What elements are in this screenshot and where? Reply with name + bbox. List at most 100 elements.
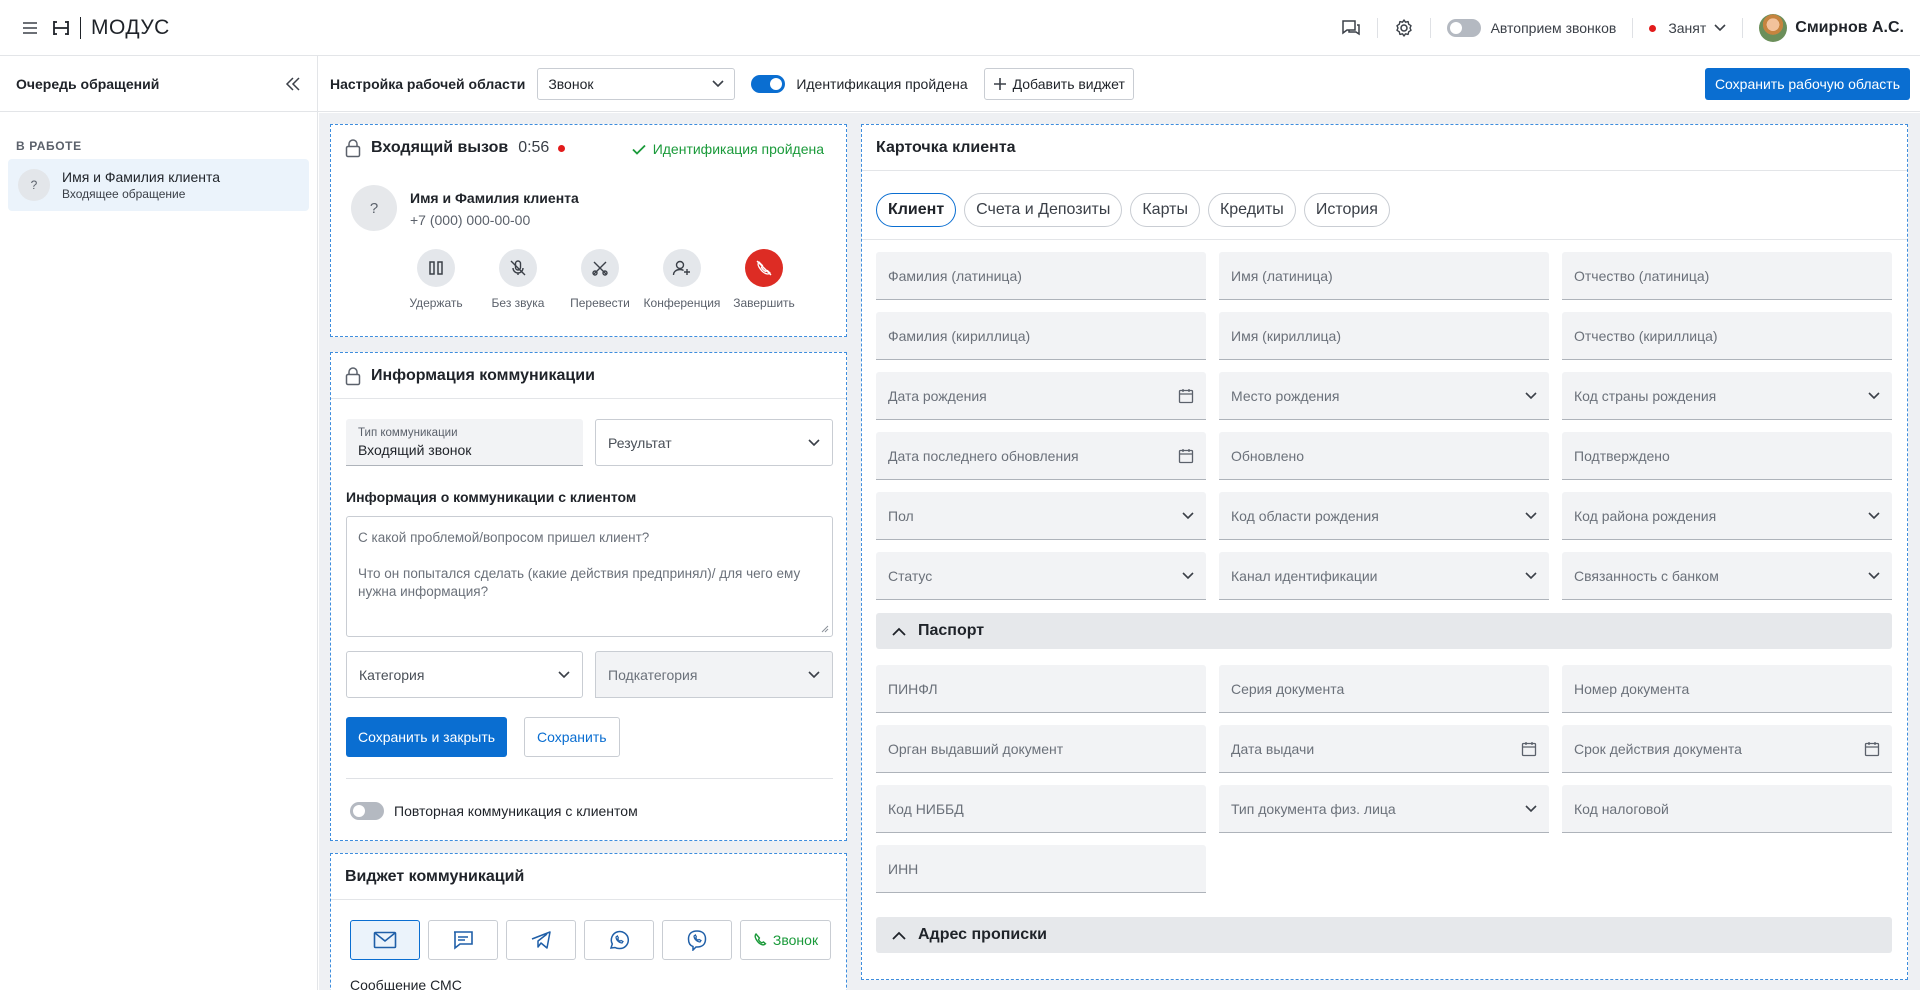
avatar: ?: [18, 169, 50, 201]
chevron-down-icon: [1714, 24, 1726, 32]
telegram-icon: [531, 931, 551, 949]
address-section-header[interactable]: Адрес прописки: [876, 917, 1892, 953]
save-close-button[interactable]: Сохранить и закрыть: [346, 717, 508, 757]
gender-select[interactable]: Пол: [876, 492, 1206, 540]
birth-country-code-select[interactable]: Код страны рождения: [1562, 372, 1892, 420]
transfer-button[interactable]: Перевести: [559, 249, 641, 310]
workspace-mode-select[interactable]: Звонок: [537, 67, 736, 100]
communication-type-field[interactable]: Тип коммуникации Входящий звонок: [346, 419, 583, 466]
divider: [1632, 18, 1634, 38]
queue-item-subtitle: Входящее обращение: [62, 187, 186, 201]
pause-icon: [429, 261, 443, 275]
caller-name: Имя и Фамилия клиента: [410, 190, 579, 206]
add-widget-button[interactable]: Добавить виджет: [983, 67, 1134, 100]
field-label: ИНН: [888, 860, 919, 877]
save-workspace-label: Сохранить рабочую область: [1714, 75, 1900, 92]
tab-credits[interactable]: Кредиты: [1207, 193, 1296, 227]
confirmed-field[interactable]: Подтверждено: [1562, 432, 1892, 480]
hold-button[interactable]: Удержать: [395, 249, 477, 310]
result-select[interactable]: Результат: [595, 419, 833, 466]
calendar-icon[interactable]: [1864, 741, 1880, 757]
birth-district-code-select[interactable]: Код района рождения: [1562, 492, 1892, 540]
channel-call-button[interactable]: Звонок: [740, 920, 831, 960]
repeat-communication-toggle[interactable]: [350, 802, 384, 820]
middlename-cyrillic-field[interactable]: Отчество (кириллица): [1562, 312, 1892, 360]
firstname-cyrillic-field[interactable]: Имя (кириллица): [1219, 312, 1549, 360]
chevron-up-icon: [892, 627, 906, 636]
section-label: В РАБОТЕ: [16, 139, 82, 153]
communication-info-textarea[interactable]: С какой проблемой/вопросом пришел клиент…: [346, 516, 833, 637]
tab-client[interactable]: Клиент: [876, 193, 957, 227]
field-label: Код области рождения: [1231, 507, 1379, 524]
channel-viber-button[interactable]: [662, 920, 732, 960]
communications-widget: Виджет коммуникаций Звонок Сообщение СМС: [330, 853, 847, 990]
plus-icon: [993, 77, 1006, 90]
lastname-cyrillic-field[interactable]: Фамилия (кириллица): [876, 312, 1206, 360]
firstname-latin-field[interactable]: Имя (латиница): [1219, 252, 1549, 300]
call-actions: Удержать Без звука Перевести Конференция…: [395, 249, 805, 310]
logo-divider: [80, 16, 81, 39]
tab-history[interactable]: История: [1303, 193, 1390, 227]
hangup-button[interactable]: Завершить: [723, 249, 805, 310]
textarea-hint-1: С какой проблемой/вопросом пришел клиент…: [358, 530, 650, 545]
document-number-field[interactable]: Номер документа: [1562, 665, 1892, 713]
birth-date-field[interactable]: Дата рождения: [876, 372, 1206, 420]
document-type-select[interactable]: Тип документа физ. лица: [1219, 785, 1549, 833]
chevron-down-icon: [1868, 511, 1880, 519]
pinfl-field[interactable]: ПИНФЛ: [876, 665, 1206, 713]
identification-channel-select[interactable]: Канал идентификации: [1219, 552, 1549, 600]
status-dropdown[interactable]: Занят: [1649, 20, 1726, 36]
lastname-latin-field[interactable]: Фамилия (латиница): [876, 252, 1206, 300]
chat-icon[interactable]: [1341, 19, 1361, 37]
calendar-icon[interactable]: [1178, 388, 1194, 404]
save-button[interactable]: Сохранить: [524, 717, 620, 757]
status-select[interactable]: Статус: [876, 552, 1206, 600]
last-update-date-field[interactable]: Дата последнего обновления: [876, 432, 1206, 480]
channel-whatsapp-button[interactable]: [584, 920, 654, 960]
status-dot-icon: [1649, 24, 1657, 32]
queue-item[interactable]: ? Имя и Фамилия клиента Входящее обращен…: [8, 159, 309, 211]
middlename-latin-field[interactable]: Отчество (латиница): [1562, 252, 1892, 300]
tax-code-field[interactable]: Код налоговой: [1562, 785, 1892, 833]
calendar-icon[interactable]: [1521, 741, 1537, 757]
nibbd-code-field[interactable]: Код НИББД: [876, 785, 1206, 833]
conference-button[interactable]: Конференция: [641, 249, 723, 310]
field-label: Фамилия (латиница): [888, 267, 1022, 284]
channel-email-button[interactable]: [350, 920, 420, 960]
issue-date-field[interactable]: Дата выдачи: [1219, 725, 1549, 773]
identification-toggle[interactable]: [751, 74, 786, 93]
channel-telegram-button[interactable]: [506, 920, 576, 960]
mute-button[interactable]: Без звука: [477, 249, 559, 310]
bank-relation-select[interactable]: Связанность с банком: [1562, 552, 1892, 600]
birth-region-code-select[interactable]: Код области рождения: [1219, 492, 1549, 540]
tab-accounts[interactable]: Счета и Депозиты: [964, 193, 1123, 227]
field-label: Срок действия документа: [1574, 740, 1742, 757]
collapse-icon[interactable]: [285, 76, 301, 91]
field-label: Номер документа: [1574, 680, 1690, 697]
updated-field[interactable]: Обновлено: [1219, 432, 1549, 480]
save-workspace-button[interactable]: Сохранить рабочую область: [1704, 67, 1910, 100]
client-card-widget: Карточка клиента Клиент Счета и Депозиты…: [861, 124, 1908, 980]
field-label: Связанность с банком: [1574, 567, 1719, 584]
category-select[interactable]: Категория: [346, 651, 583, 698]
calendar-icon[interactable]: [1178, 448, 1194, 464]
tab-cards[interactable]: Карты: [1130, 193, 1200, 227]
subcategory-select[interactable]: Подкатегория: [595, 651, 833, 698]
document-series-field[interactable]: Серия документа: [1219, 665, 1549, 713]
gear-icon[interactable]: [1394, 18, 1414, 38]
check-icon: [632, 144, 646, 155]
channel-sms-button[interactable]: [428, 920, 498, 960]
inn-field[interactable]: ИНН: [876, 845, 1206, 893]
birth-place-select[interactable]: Место рождения: [1219, 372, 1549, 420]
sms-section-label: Сообщение СМС: [350, 977, 462, 990]
resize-handle-icon[interactable]: [821, 625, 829, 633]
passport-section-header[interactable]: Паспорт: [876, 613, 1892, 649]
autoaccept-toggle[interactable]: [1446, 19, 1481, 37]
menu-icon[interactable]: [22, 21, 38, 35]
issuing-authority-field[interactable]: Орган выдавший документ: [876, 725, 1206, 773]
field-label: Код страны рождения: [1574, 387, 1717, 404]
user-menu[interactable]: Смирнов А.С.: [1759, 14, 1904, 42]
app-logo[interactable]: МОДУС: [52, 16, 170, 40]
mic-off-icon: [510, 260, 526, 276]
expiry-date-field[interactable]: Срок действия документа: [1562, 725, 1892, 773]
